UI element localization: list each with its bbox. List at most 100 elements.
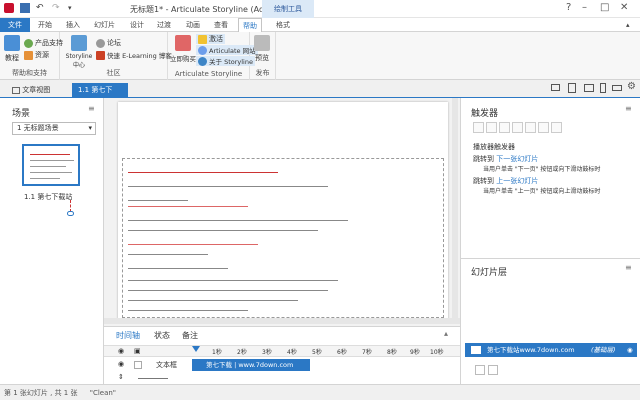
timeline-row[interactable]: ◉ 文本框 第七下载 | www.7down.com (104, 359, 460, 371)
tab-file[interactable]: 文件 (0, 18, 30, 32)
product-support-button[interactable]: 产品支持 (24, 38, 63, 48)
tab-help[interactable]: 帮助 (238, 18, 262, 32)
ribbon-tabs: 文件 开始 插入 幻灯片 设计 过渡 动画 查看 帮助 格式 ▴ (0, 18, 640, 32)
tab-format[interactable]: 格式 (276, 18, 290, 32)
group-label-community: 社区 (106, 69, 121, 77)
vertical-scrollbar[interactable] (452, 98, 458, 318)
slide-text-line (128, 244, 258, 245)
playhead-icon[interactable] (192, 346, 200, 352)
tab-transitions[interactable]: 过渡 (157, 18, 171, 32)
save-icon[interactable] (20, 3, 30, 13)
close-icon[interactable]: ✕ (620, 2, 628, 13)
tablet-view-icon[interactable] (568, 83, 576, 93)
copy-trigger-icon[interactable] (499, 122, 510, 133)
preview-button[interactable]: 预览 (254, 35, 270, 63)
redo-icon[interactable]: ↷ (52, 3, 62, 13)
duplicate-layer-icon[interactable] (488, 365, 498, 375)
blog-icon (96, 50, 105, 60)
activate-button[interactable]: 激活 (196, 34, 225, 44)
storyline-center-icon (71, 35, 87, 51)
panel-pin-icon[interactable]: ≡ (625, 104, 632, 113)
slide-text-line (128, 300, 298, 301)
row-timing-bar[interactable]: 第七下载 | www.7down.com (192, 359, 310, 371)
row-label: 文本框 (156, 361, 177, 369)
tab-insert[interactable]: 插入 (66, 18, 80, 32)
resources-button[interactable]: 资源 (24, 50, 49, 60)
customize-icon[interactable]: ▾ (68, 3, 78, 13)
tutorial-button[interactable]: 教程 (4, 35, 20, 63)
maximize-icon[interactable]: □ (600, 2, 609, 13)
help-icon[interactable]: ? (566, 2, 571, 13)
new-layer-icon[interactable] (475, 365, 485, 375)
slide-canvas-area (104, 98, 460, 326)
tab-design[interactable]: 设计 (130, 18, 144, 32)
base-layer-row[interactable]: 第七下载站www.7down.com (基础层) ◉ (465, 343, 637, 357)
horizontal-scrollbar[interactable] (104, 318, 460, 324)
row-visibility-icon[interactable]: ◉ (118, 360, 124, 368)
layer-thumb-icon (471, 346, 481, 354)
ribbon: 教程 产品支持 资源 帮助和支持 Storyline 中心 论坛 快速 E-Le… (0, 32, 640, 80)
right-panel: 触发器 ≡ 播放器触发器 跳转到 下一张幻灯片 当用户单击 "下一页" 按钮或向… (460, 98, 640, 384)
tab-notes[interactable]: 备注 (182, 330, 198, 341)
quick-elearning-button[interactable]: 快速 E-Learning 博客 (96, 50, 172, 60)
undo-icon[interactable]: ↶ (36, 3, 46, 13)
slide-label: 1.1 第七下载站 (24, 193, 73, 201)
contextual-tab-drawing-tools: 绘制工具 (262, 0, 314, 18)
slide-thumbnail[interactable] (22, 144, 80, 186)
trigger-1-link[interactable]: 下一张幻灯片 (496, 155, 538, 163)
slide-text-line (128, 254, 208, 255)
collapse-all-icon[interactable]: ⇕ (118, 373, 124, 381)
move-down-icon[interactable] (551, 122, 562, 133)
group-label-articulate: Articulate Storyline (174, 70, 243, 78)
selected-textbox[interactable] (122, 158, 444, 318)
tablet-landscape-icon[interactable] (584, 84, 594, 92)
layers-menu-icon[interactable]: ≡ (625, 263, 632, 272)
lock-icon[interactable]: ▣ (134, 347, 141, 355)
tab-states[interactable]: 状态 (154, 330, 170, 341)
chevron-down-icon: ▾ (88, 124, 92, 132)
slide-count: 第 1 张幻灯片 , 共 1 张 (4, 389, 78, 397)
tab-animations[interactable]: 动画 (186, 18, 200, 32)
active-slide-tab[interactable]: 1.1 第七下载... (72, 83, 128, 109)
trigger-2-link[interactable]: 上一张幻灯片 (496, 177, 538, 185)
paste-trigger-icon[interactable] (512, 122, 523, 133)
collapse-panel-icon[interactable]: ▴ (444, 329, 448, 338)
delete-trigger-icon[interactable] (525, 122, 536, 133)
thumb-text-line (30, 172, 72, 173)
about-storyline-button[interactable]: 关于 Storyline (196, 56, 255, 66)
new-trigger-icon[interactable] (473, 122, 484, 133)
storyline-center-button[interactable]: Storyline 中心 (66, 35, 92, 69)
settings-gear-icon[interactable]: ⚙ (627, 81, 636, 92)
timeline-panel: 时间轴 状态 备注 ▴ ◉ ▣ 1秒 2秒 3秒 4秒 5秒 6秒 7秒 8秒 … (104, 326, 460, 384)
trigger-1[interactable]: 跳转到 下一张幻灯片 (473, 154, 538, 164)
layer-visibility-icon[interactable]: ◉ (627, 343, 633, 357)
desktop-view-icon[interactable] (551, 84, 560, 91)
phone-landscape-icon[interactable] (612, 85, 622, 91)
scene-dropdown[interactable]: 1 无标题场景 ▾ (12, 122, 96, 135)
tab-view[interactable]: 查看 (214, 18, 228, 32)
buy-now-button[interactable]: 立即购买 (170, 35, 196, 63)
tab-home[interactable]: 开始 (38, 18, 52, 32)
panel-menu-icon[interactable]: ≡ (88, 104, 95, 113)
edit-trigger-icon[interactable] (486, 122, 497, 133)
title-bar: ↶ ↷ ▾ 无标题1* - Articulate Storyline (Admi… (0, 0, 640, 18)
eye-icon[interactable]: ◉ (118, 347, 124, 355)
row-lock-checkbox[interactable] (134, 361, 142, 369)
triggers-panel: 触发器 ≡ 播放器触发器 跳转到 下一张幻灯片 当用户单击 "下一页" 按钮或向… (461, 98, 640, 258)
slide-canvas[interactable] (118, 102, 448, 320)
forum-button[interactable]: 论坛 (96, 38, 121, 48)
slide-text-line (128, 310, 248, 311)
tick-label: 5秒 (312, 349, 322, 356)
timeline-ruler[interactable]: ◉ ▣ 1秒 2秒 3秒 4秒 5秒 6秒 7秒 8秒 9秒 10秒 (104, 345, 460, 357)
zoom-slider[interactable] (138, 378, 168, 379)
trigger-2[interactable]: 跳转到 上一张幻灯片 (473, 176, 538, 186)
story-view-tab[interactable]: 文章视图 (6, 83, 56, 98)
tab-timeline[interactable]: 时间轴 (116, 330, 140, 341)
move-up-icon[interactable] (538, 122, 549, 133)
tick-label: 9秒 (410, 349, 420, 356)
phone-view-icon[interactable] (600, 83, 606, 93)
minimize-icon[interactable]: – (582, 2, 587, 13)
articulate-site-button[interactable]: Articulate 网站 (196, 45, 258, 55)
collapse-ribbon-icon[interactable]: ▴ (626, 18, 630, 32)
tab-slides[interactable]: 幻灯片 (94, 18, 115, 32)
